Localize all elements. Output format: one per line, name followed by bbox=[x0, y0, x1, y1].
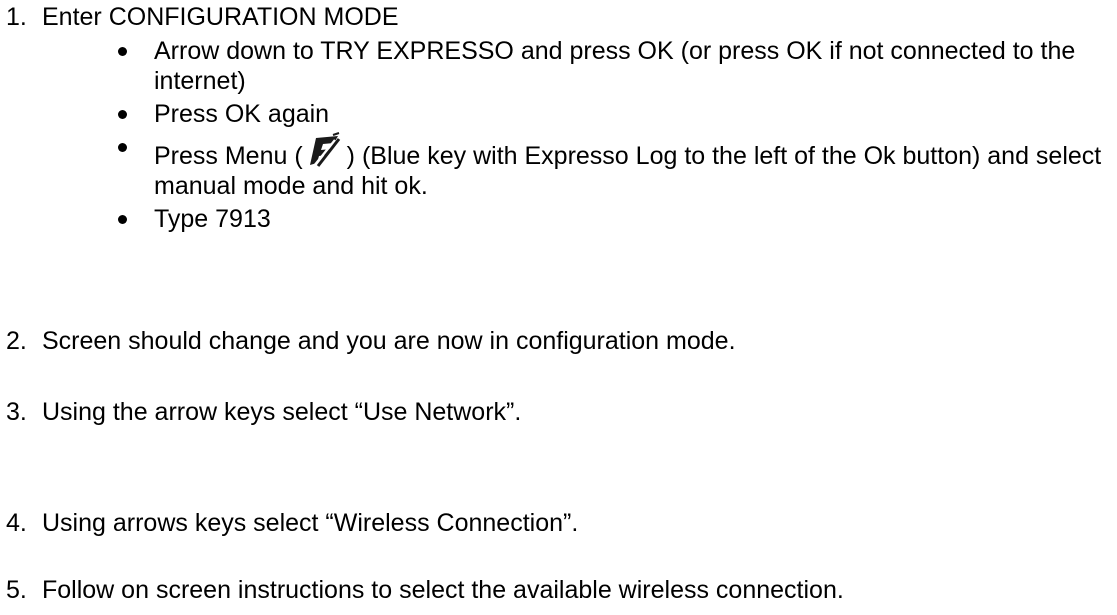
step-2: 2. Screen should change and you are now i… bbox=[6, 326, 736, 356]
bullet-item: Press OK again bbox=[112, 99, 1112, 129]
bullet-dot bbox=[118, 143, 127, 152]
step-number: 3. bbox=[6, 398, 27, 426]
bullet-item: Press Menu ( ) (Blue key with Expresso L… bbox=[112, 132, 1112, 201]
step-4: 4. Using arrows keys select “Wireless Con… bbox=[6, 508, 578, 538]
step-text: Enter CONFIGURATION MODE bbox=[42, 3, 399, 31]
step-number: 2. bbox=[6, 327, 27, 355]
step-text: Follow on screen instructions to select … bbox=[42, 576, 844, 604]
instruction-document: 1. Enter CONFIGURATION MODE Arrow down to… bbox=[0, 0, 1117, 615]
step-number: 4. bbox=[6, 509, 27, 537]
bullet-item: Arrow down to TRY EXPRESSO and press OK … bbox=[112, 36, 1112, 96]
step-text: Screen should change and you are now in … bbox=[42, 327, 736, 355]
expresso-logo-icon bbox=[305, 132, 343, 168]
step-number: 5. bbox=[6, 576, 27, 604]
bullet-dot bbox=[118, 215, 127, 224]
step-3: 3. Using the arrow keys select “Use Netwo… bbox=[6, 397, 521, 427]
step-1: 1. Enter CONFIGURATION MODE bbox=[6, 2, 399, 32]
bullet-text: Press OK again bbox=[154, 100, 330, 128]
step-text: Using the arrow keys select “Use Network… bbox=[42, 398, 522, 426]
bullet-dot bbox=[118, 110, 127, 119]
step-1-bullet-list: Arrow down to TRY EXPRESSO and press OK … bbox=[112, 36, 1112, 237]
step-number: 1. bbox=[6, 3, 27, 31]
bullet-dot bbox=[118, 47, 127, 56]
step-text: Using arrows keys select “Wireless Conne… bbox=[42, 509, 579, 537]
step-5: 5. Follow on screen instructions to selec… bbox=[6, 575, 844, 605]
bullet-text: Arrow down to TRY EXPRESSO and press OK … bbox=[154, 37, 1076, 95]
bullet-item: Type 7913 bbox=[112, 204, 1112, 234]
bullet-text: Type 7913 bbox=[154, 205, 271, 233]
bullet-text-before: Press Menu ( bbox=[154, 142, 303, 170]
